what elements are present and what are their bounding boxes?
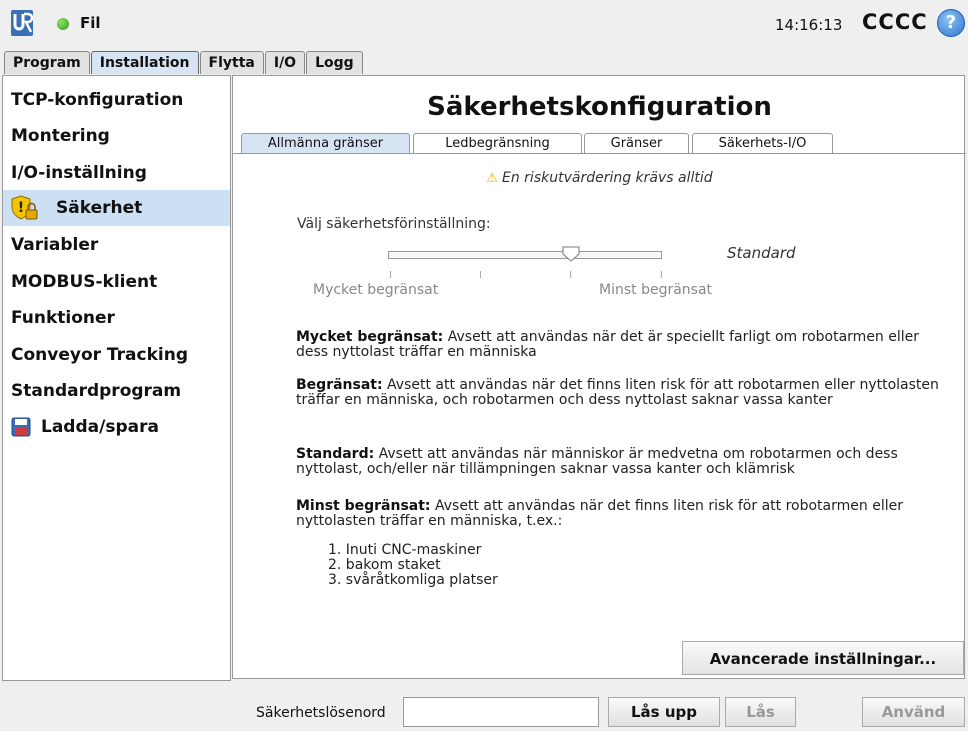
sidebar-item-modbus[interactable]: MODBUS-klient (3, 264, 230, 300)
safety-config-panel: Säkerhetskonfiguration Allmänna gränser … (232, 75, 966, 679)
description-term: Mycket begränsat: (296, 329, 444, 345)
description-text: Avsett att användas när människor är med… (296, 446, 898, 477)
preset-slider-thumb[interactable] (562, 246, 580, 262)
description-very-restricted: Mycket begränsat: Avsett att användas nä… (296, 330, 946, 360)
top-bar: Fil 14:16:13 CCCC ? (0, 0, 968, 48)
lock-button[interactable]: Lås (725, 697, 796, 727)
description-term: Minst begränsat: (296, 498, 431, 514)
sidebar-item-label: Conveyor Tracking (11, 345, 188, 365)
description-term: Standard: (296, 446, 375, 462)
sidebar-item-tcp[interactable]: TCP-konfiguration (3, 82, 230, 118)
sidebar-item-sakerhet[interactable]: ! Säkerhet (3, 190, 230, 226)
sidebar-item-conveyor[interactable]: Conveyor Tracking (3, 337, 230, 373)
sidebar-item-label: Montering (11, 126, 110, 146)
ur-logo-icon (11, 10, 33, 36)
range-low-label: Mycket begränsat (313, 282, 439, 298)
tab-divider (233, 153, 966, 154)
preset-slider-track[interactable] (388, 251, 662, 259)
sidebar-item-standardprogram[interactable]: Standardprogram (3, 373, 230, 409)
sidebar-item-io-installning[interactable]: I/O-inställning (3, 155, 230, 191)
tab-flytta[interactable]: Flytta (199, 51, 264, 74)
description-term: Begränsat: (296, 377, 383, 393)
sidebar-item-label: MODBUS-klient (11, 272, 158, 292)
sidebar-item-label: TCP-konfiguration (11, 90, 184, 110)
tab-sakerhets-io[interactable]: Säkerhets-I/O (692, 133, 833, 153)
tab-io[interactable]: I/O (264, 51, 306, 74)
page-title: Säkerhetskonfiguration (427, 92, 772, 122)
sidebar-item-montering[interactable]: Montering (3, 118, 230, 154)
description-text: Avsett att användas när det finns liten … (296, 377, 939, 408)
svg-text:!: ! (18, 200, 24, 216)
description-standard: Standard: Avsett att användas när männis… (296, 447, 946, 477)
unlock-button[interactable]: Lås upp (608, 697, 720, 727)
slider-tick (480, 271, 481, 278)
slider-tick (661, 271, 662, 278)
sidebar-item-ladda-spara[interactable]: Ladda/spara (3, 409, 230, 445)
warning-text: En riskutvärdering krävs alltid (502, 170, 713, 186)
main-tabs: Program Installation Flytta I/O Logg (4, 51, 364, 75)
description-restricted: Begränsat: Avsett att användas när det f… (296, 378, 946, 408)
tab-logg[interactable]: Logg (306, 51, 363, 74)
list-item: 1. Inuti CNC-maskiner (328, 542, 482, 558)
slider-tick (390, 271, 391, 278)
safety-password-input[interactable] (403, 697, 599, 727)
example-list: 1. Inuti CNC-maskiner 2. bakom staket 3.… (328, 543, 498, 588)
user-name: CCCC (862, 10, 928, 34)
safety-tabs: Allmänna gränser Ledbegränsning Gränser … (233, 133, 966, 153)
list-item: 3. svåråtkomliga platser (328, 572, 498, 588)
sidebar-item-label: Säkerhet (56, 198, 143, 218)
tab-ledbegransning[interactable]: Ledbegränsning (413, 133, 582, 153)
file-menu[interactable]: Fil (80, 14, 101, 32)
tab-allmanna-granser[interactable]: Allmänna gränser (241, 133, 410, 153)
description-least-restricted: Minst begränsat: Avsett att användas när… (296, 499, 946, 529)
preset-label: Välj säkerhetsförinställning: (297, 216, 491, 232)
tab-program[interactable]: Program (4, 51, 90, 74)
sidebar-item-label: Ladda/spara (41, 417, 159, 437)
robot-status-icon (57, 18, 69, 30)
shield-lock-icon: ! (11, 195, 38, 220)
list-item: 2. bakom staket (328, 557, 441, 573)
tab-granser[interactable]: Gränser (584, 133, 689, 153)
tab-installation[interactable]: Installation (90, 51, 199, 74)
clock: 14:16:13 (775, 16, 843, 34)
sidebar-item-label: Variabler (11, 235, 99, 255)
sidebar-item-label: Funktioner (11, 308, 115, 328)
sidebar-item-label: Standardprogram (11, 381, 182, 401)
floppy-icon (11, 417, 31, 437)
warning-icon: ⚠ (486, 171, 498, 186)
installation-sidebar: TCP-konfiguration Montering I/O-inställn… (2, 75, 231, 681)
apply-button[interactable]: Använd (862, 697, 965, 727)
sidebar-item-funktioner[interactable]: Funktioner (3, 300, 230, 336)
help-icon[interactable]: ? (937, 9, 965, 37)
sidebar-item-label: I/O-inställning (11, 163, 147, 183)
risk-warning: ⚠ En riskutvärdering krävs alltid (233, 170, 966, 186)
range-high-label: Minst begränsat (599, 282, 713, 298)
password-label: Säkerhetslösenord (256, 705, 386, 721)
advanced-settings-button[interactable]: Avancerade inställningar... (682, 641, 964, 675)
slider-value: Standard (727, 244, 796, 262)
slider-tick (570, 271, 571, 278)
sidebar-item-variabler[interactable]: Variabler (3, 227, 230, 263)
